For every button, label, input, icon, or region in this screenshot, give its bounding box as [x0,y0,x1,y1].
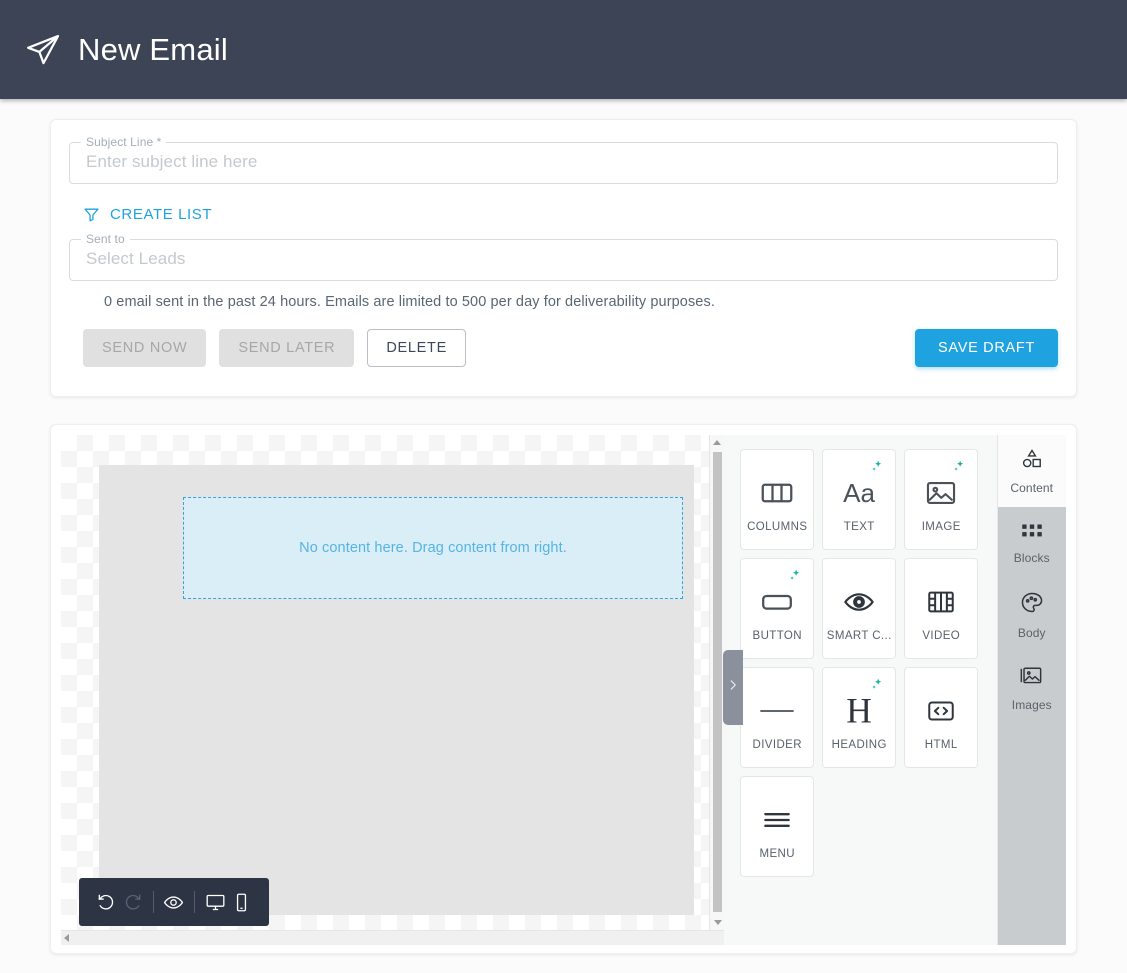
palette-tile-smart-content[interactable]: SMART C... [822,558,897,659]
send-now-button[interactable]: SEND NOW [83,329,207,367]
create-list-button[interactable]: CREATE LIST [83,206,212,223]
sent-to-outline[interactable]: Sent to Select Leads [69,232,1058,281]
divider-line-icon [757,685,797,737]
palette-tile-columns[interactable]: COLUMNS [740,449,815,550]
rail-tab-body[interactable]: Body [998,579,1066,651]
form-actions: SEND NOW SEND LATER DELETE SAVE DRAFT [83,329,1058,367]
subject-line-label: Subject Line * [81,135,167,150]
smart-eye-icon [843,576,875,628]
mobile-preview-button[interactable] [229,885,255,919]
palette-label: HEADING [831,738,887,751]
palette-label: HTML [924,738,958,751]
palette-tile-button[interactable]: BUTTON [740,558,815,659]
code-brackets-icon [925,685,957,737]
email-editor-card: No content here. Drag content from right… [50,424,1077,954]
scroll-down-arrow[interactable] [710,915,724,930]
palette-label: VIDEO [922,629,961,642]
palette-tile-image[interactable]: IMAGE [904,449,979,550]
content-palette: COLUMNS Aa TEXT IMAGE BUTTON SMART C... … [724,435,997,945]
ai-sparkle-icon [870,678,885,698]
video-film-icon [925,576,957,628]
compose-form-card: Subject Line * Enter subject line here C… [50,119,1077,397]
dropzone-label: No content here. Drag content from right… [299,540,567,556]
grid-dots-icon [1019,521,1045,546]
toolbar-divider-2 [194,891,196,913]
palette-tile-html[interactable]: HTML [904,667,979,768]
subject-line-outline[interactable]: Subject Line * Enter subject line here [69,135,1058,184]
rail-tab-images[interactable]: Images [998,651,1066,723]
scroll-left-arrow[interactable] [64,934,69,942]
chevron-right-icon [726,678,740,697]
editor-sidebar-rail: Content Blocks Body Images [996,435,1066,945]
palette-label: IMAGE [921,520,961,533]
subject-line-input[interactable]: Enter subject line here [86,152,257,172]
redo-button[interactable] [119,885,145,919]
send-later-button[interactable]: SEND LATER [219,329,355,367]
rail-tab-label: Body [1017,626,1046,640]
desktop-preview-button[interactable] [202,885,228,919]
palette-tile-heading[interactable]: H HEADING [822,667,897,768]
subject-line-field[interactable]: Subject Line * Enter subject line here [69,135,1058,184]
delete-button[interactable]: DELETE [367,329,466,367]
palette-tile-text[interactable]: Aa TEXT [822,449,897,550]
panel-collapse-handle[interactable] [723,650,743,725]
sent-to-input[interactable]: Select Leads [86,249,186,269]
sent-to-label: Sent to [81,232,130,247]
scroll-up-arrow[interactable] [710,435,724,450]
rail-tab-blocks[interactable]: Blocks [998,507,1066,579]
palette-label: MENU [759,847,795,860]
images-icon [1018,663,1045,693]
canvas-horizontal-scrollbar[interactable] [61,930,725,945]
palette-label: BUTTON [752,629,802,642]
editor-canvas[interactable]: No content here. Drag content from right… [61,435,725,945]
palette-label: SMART C... [826,629,892,642]
rail-tab-label: Images [1011,697,1052,712]
ai-sparkle-icon [788,569,803,589]
create-list-label: CREATE LIST [110,206,213,223]
palette-tile-divider[interactable]: DIVIDER [740,667,815,768]
email-editor: No content here. Drag content from right… [61,435,1066,945]
ai-sparkle-icon [870,460,885,480]
save-draft-button[interactable]: SAVE DRAFT [915,329,1058,367]
rail-tab-label: Blocks [1013,551,1050,565]
send-paper-plane-icon [24,31,62,69]
svg-text:H: H [846,692,872,730]
vertical-scroll-thumb[interactable] [713,452,723,912]
columns-icon [759,467,795,519]
shapes-icon [1018,447,1046,476]
palette-label: DIVIDER [752,738,802,751]
page-title: New Email [78,31,228,67]
menu-lines-icon [758,794,796,846]
palette-tile-video[interactable]: VIDEO [904,558,979,659]
rail-tab-content[interactable]: Content [997,435,1066,507]
send-limit-note: 0 email sent in the past 24 hours. Email… [104,294,715,310]
palette-label: TEXT [843,520,875,533]
filter-funnel-icon [83,206,100,223]
palette-label: COLUMNS [747,520,808,533]
email-body-area[interactable]: No content here. Drag content from right… [99,465,694,915]
editor-toolbar [79,878,269,926]
ai-sparkle-icon [952,460,967,480]
content-dropzone[interactable]: No content here. Drag content from right… [183,497,683,599]
preview-button[interactable] [161,885,187,919]
sent-to-field[interactable]: Sent to Select Leads [69,232,1058,281]
palette-tile-menu[interactable]: MENU [740,776,815,877]
palette-icon [1019,590,1045,621]
svg-text:Aa: Aa [843,478,875,508]
rail-tab-label: Content [1010,481,1054,495]
rail-spacer [997,723,1066,945]
app-header: New Email [0,0,1127,99]
canvas-vertical-scrollbar[interactable] [709,435,725,930]
toolbar-divider [152,891,154,913]
page-body: Subject Line * Enter subject line here C… [0,99,1127,973]
undo-button[interactable] [93,885,119,919]
